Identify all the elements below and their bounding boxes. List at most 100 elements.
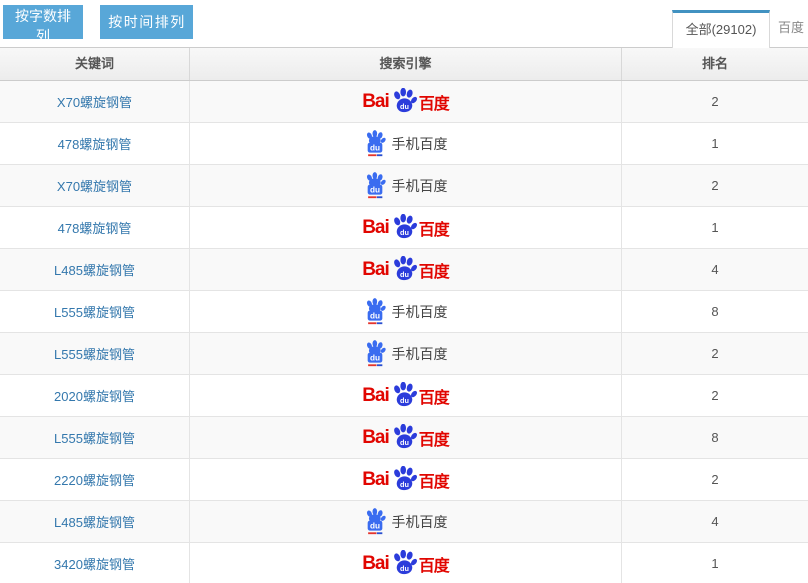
rank-value: 1: [622, 207, 808, 248]
rank-value: 1: [622, 123, 808, 164]
baidu-mobile-label: 手机百度: [392, 302, 448, 322]
engine-cell: Bai du 百度: [190, 165, 622, 206]
keyword-link[interactable]: 2220螺旋钢管: [54, 470, 135, 489]
baidu-mobile-engine: du 手机百度: [364, 298, 448, 325]
baidu-paw-icon: du: [391, 256, 418, 281]
engine-cell: Bai du 百度: [190, 291, 622, 332]
keyword-link[interactable]: X70螺旋钢管: [57, 92, 132, 111]
baidu-logo-cn-text: 百度: [419, 258, 449, 282]
baidu-desktop-logo: Bai du 百度: [362, 424, 449, 452]
keyword-link[interactable]: L555螺旋钢管: [54, 344, 135, 363]
engine-cell: Bai du 百度: [190, 81, 622, 122]
engine-cell: Bai du 百度: [190, 249, 622, 290]
baidu-mobile-label: 手机百度: [392, 134, 448, 154]
engine-cell: Bai du 百度: [190, 123, 622, 164]
baidu-mobile-du-text: du: [369, 522, 379, 531]
sort-by-wordcount-button[interactable]: 按字数排列: [3, 5, 83, 39]
table-row: L555螺旋钢管 Bai du 百度: [0, 333, 808, 375]
mobile-icon-red-underline: [368, 364, 376, 366]
baidu-desktop-logo: Bai du 百度: [362, 382, 449, 410]
baidu-paw-du-text: du: [400, 270, 409, 279]
tab-baidu[interactable]: 百度: [770, 10, 808, 47]
rank-value: 2: [622, 165, 808, 206]
table-body: X70螺旋钢管 Bai du 百度: [0, 81, 808, 583]
keyword-link[interactable]: X70螺旋钢管: [57, 176, 132, 195]
baidu-logo-bai-text: Bai: [362, 385, 389, 407]
keyword-link[interactable]: L485螺旋钢管: [54, 512, 135, 531]
keyword-cell: X70螺旋钢管: [0, 81, 190, 122]
rank-value: 2: [622, 333, 808, 374]
baidu-mobile-du-text: du: [369, 186, 379, 195]
baidu-paw-icon: du: [391, 382, 418, 407]
baidu-mobile-app-icon: du: [364, 298, 386, 325]
baidu-mobile-engine: du 手机百度: [364, 130, 448, 157]
table-header-row: 关键词 搜索引擎 排名: [0, 48, 808, 81]
table-row: 2020螺旋钢管 Bai du 百度: [0, 375, 808, 417]
keyword-cell: 3420螺旋钢管: [0, 543, 190, 583]
baidu-mobile-engine: du 手机百度: [364, 340, 448, 367]
keyword-link[interactable]: L555螺旋钢管: [54, 428, 135, 447]
baidu-mobile-app-icon: du: [364, 340, 386, 367]
baidu-logo-bai-text: Bai: [362, 469, 389, 491]
baidu-mobile-label: 手机百度: [392, 176, 448, 196]
baidu-desktop-logo: Bai du 百度: [362, 256, 449, 284]
keyword-cell: L485螺旋钢管: [0, 501, 190, 542]
baidu-logo-bai-text: Bai: [362, 553, 389, 575]
rank-value: 1: [622, 543, 808, 583]
baidu-paw-du-text: du: [400, 102, 409, 111]
mobile-icon-red-underline: [368, 322, 376, 324]
engine-cell: Bai du 百度: [190, 207, 622, 248]
baidu-logo-cn-text: 百度: [419, 426, 449, 450]
engine-cell: Bai du 百度: [190, 543, 622, 583]
tab-all[interactable]: 全部(29102): [672, 10, 770, 48]
table-row: X70螺旋钢管 Bai du 百度: [0, 165, 808, 207]
engine-filter-tabs: 全部(29102) 百度: [672, 10, 808, 48]
keyword-cell: L485螺旋钢管: [0, 249, 190, 290]
baidu-logo-cn-text: 百度: [419, 468, 449, 492]
table-row: L555螺旋钢管 Bai du 百度: [0, 291, 808, 333]
keyword-link[interactable]: 3420螺旋钢管: [54, 554, 135, 573]
baidu-logo-bai-text: Bai: [362, 217, 389, 239]
baidu-mobile-app-icon: du: [364, 508, 386, 535]
keyword-link[interactable]: L485螺旋钢管: [54, 260, 135, 279]
mobile-icon-blue-underline: [376, 322, 382, 324]
mobile-icon-blue-underline: [376, 364, 382, 366]
baidu-logo-cn-text: 百度: [419, 384, 449, 408]
sort-by-time-button[interactable]: 按时间排列: [100, 5, 193, 39]
table-row: 478螺旋钢管 Bai du 百度: [0, 123, 808, 165]
engine-cell: Bai du 百度: [190, 501, 622, 542]
baidu-paw-icon: du: [391, 550, 418, 575]
keyword-link[interactable]: 478螺旋钢管: [58, 218, 132, 237]
baidu-mobile-engine: du 手机百度: [364, 172, 448, 199]
rank-value: 8: [622, 417, 808, 458]
baidu-paw-du-text: du: [400, 564, 409, 573]
baidu-mobile-label: 手机百度: [392, 344, 448, 364]
baidu-logo-cn-text: 百度: [419, 90, 449, 114]
baidu-mobile-du-text: du: [369, 312, 379, 321]
baidu-logo-bai-text: Bai: [362, 427, 389, 449]
keyword-link[interactable]: 478螺旋钢管: [58, 134, 132, 153]
table-row: X70螺旋钢管 Bai du 百度: [0, 81, 808, 123]
baidu-desktop-logo: Bai du 百度: [362, 88, 449, 116]
mobile-icon-blue-underline: [376, 196, 382, 198]
baidu-desktop-logo: Bai du 百度: [362, 550, 449, 578]
column-header-engine: 搜索引擎: [190, 48, 622, 80]
table-row: 2220螺旋钢管 Bai du 百度: [0, 459, 808, 501]
baidu-logo-cn-text: 百度: [419, 216, 449, 240]
engine-cell: Bai du 百度: [190, 417, 622, 458]
column-header-keyword: 关键词: [0, 48, 190, 80]
baidu-paw-icon: du: [391, 466, 418, 491]
baidu-mobile-du-text: du: [369, 354, 379, 363]
keyword-cell: 2220螺旋钢管: [0, 459, 190, 500]
baidu-desktop-logo: Bai du 百度: [362, 214, 449, 242]
baidu-desktop-logo: Bai du 百度: [362, 466, 449, 494]
baidu-mobile-app-icon: du: [364, 130, 386, 157]
baidu-paw-icon: du: [391, 88, 418, 113]
engine-cell: Bai du 百度: [190, 375, 622, 416]
keyword-link[interactable]: 2020螺旋钢管: [54, 386, 135, 405]
rank-value: 4: [622, 249, 808, 290]
keyword-link[interactable]: L555螺旋钢管: [54, 302, 135, 321]
engine-cell: Bai du 百度: [190, 459, 622, 500]
baidu-logo-bai-text: Bai: [362, 91, 389, 113]
table-row: 478螺旋钢管 Bai du 百度: [0, 207, 808, 249]
